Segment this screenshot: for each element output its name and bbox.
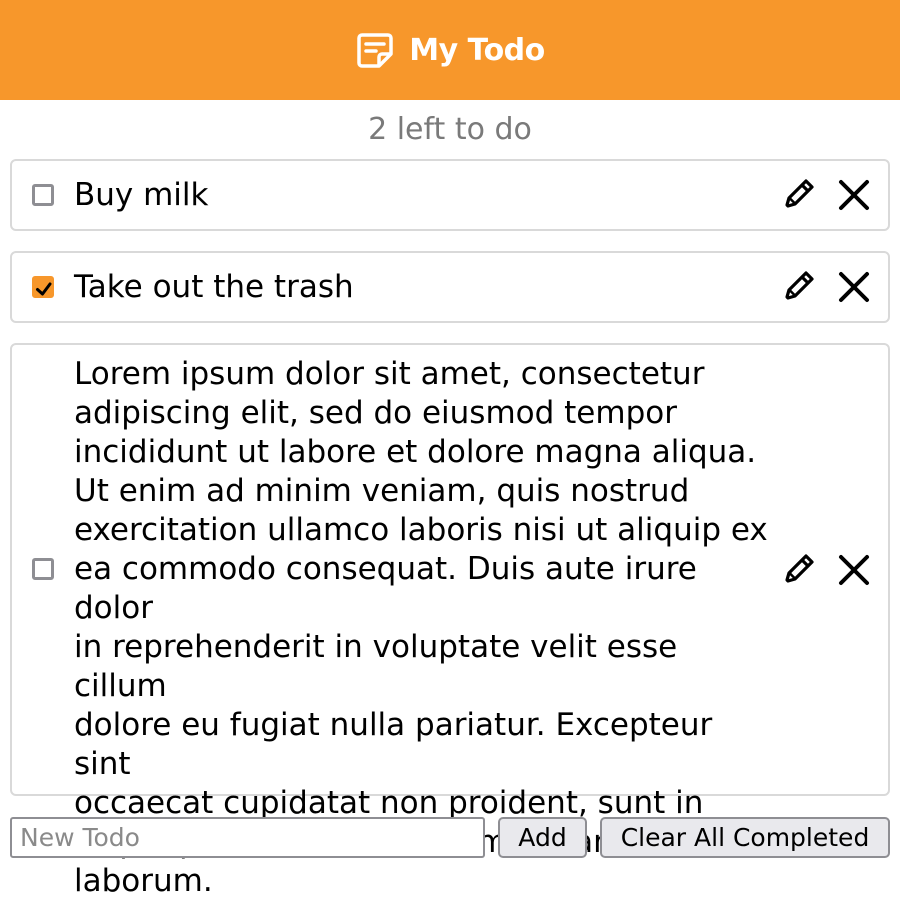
clear-completed-button[interactable]: Clear All Completed — [600, 817, 890, 858]
todo-text: Buy milk — [74, 177, 209, 213]
add-button[interactable]: Add — [498, 817, 587, 858]
sticky-note-icon — [357, 33, 393, 68]
todo-checkbox[interactable] — [32, 558, 54, 580]
close-icon[interactable] — [834, 550, 874, 590]
todo-item: Buy milk — [10, 159, 890, 231]
pencil-icon[interactable] — [778, 550, 818, 590]
close-icon[interactable] — [834, 175, 874, 215]
checkmark-icon — [36, 282, 52, 296]
todo-checkbox[interactable] — [32, 184, 54, 206]
pencil-icon[interactable] — [778, 267, 818, 307]
todo-checkbox[interactable] — [32, 276, 54, 298]
pencil-icon[interactable] — [778, 175, 818, 215]
app-header: My Todo — [0, 0, 900, 100]
todo-item: Take out the trash — [10, 251, 890, 323]
app-title: My Todo — [409, 32, 545, 68]
remaining-count: 2 left to do — [368, 112, 532, 147]
close-icon[interactable] — [834, 267, 874, 307]
todo-item: Lorem ipsum dolor sit amet, consectetur … — [10, 343, 890, 899]
new-todo-input[interactable] — [10, 817, 485, 858]
todo-text: Take out the trash — [74, 269, 354, 305]
